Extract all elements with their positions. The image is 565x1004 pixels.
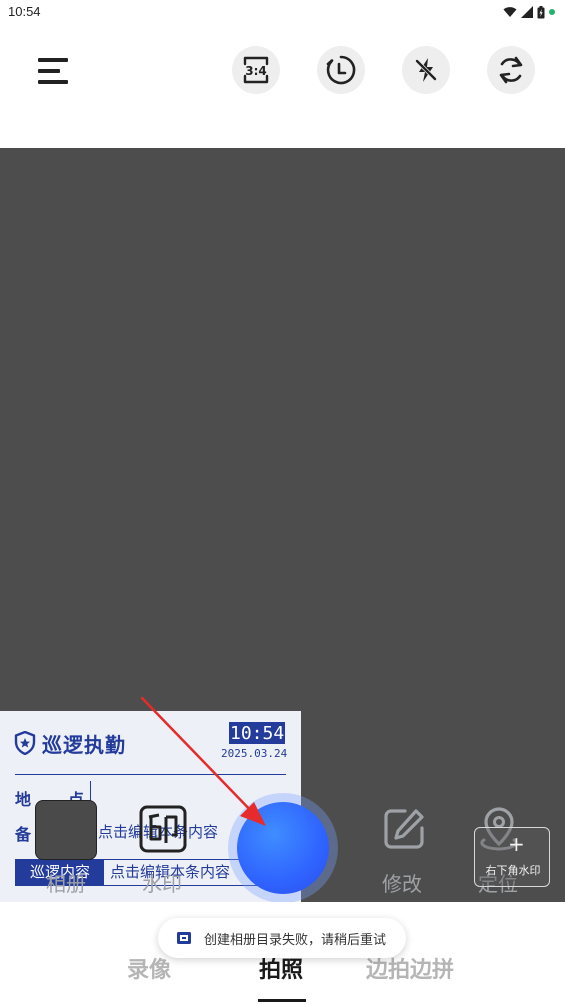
battery-icon: [537, 5, 545, 18]
menu-icon-line: [38, 69, 60, 73]
remark-label: 备: [15, 825, 32, 844]
timer-icon: [326, 55, 356, 85]
red-arrow-annotation: [140, 696, 266, 826]
timer-button[interactable]: [317, 46, 365, 94]
switch-camera-button[interactable]: [487, 46, 535, 94]
camera-toolbar: 3:4: [0, 26, 565, 148]
privacy-indicator-dot: [549, 9, 555, 15]
edit-icon[interactable]: [381, 806, 427, 852]
aspect-ratio-button[interactable]: 3:4: [232, 46, 280, 94]
status-bar: 10:54: [0, 0, 565, 26]
aspect-ratio-icon: 3:4: [243, 56, 269, 84]
toast-message: 创建相册目录失败，请稍后重试: [204, 932, 387, 948]
watermark-title: 巡逻执勤: [42, 733, 126, 757]
plus-icon: +: [508, 832, 525, 856]
mode-tab-video[interactable]: 录像: [127, 952, 171, 984]
status-time: 10:54: [8, 4, 41, 19]
active-mode-indicator: [258, 999, 306, 1002]
flash-off-icon: [415, 58, 437, 82]
switch-camera-icon: [499, 56, 523, 84]
flash-button[interactable]: [402, 46, 450, 94]
album-label: 相册: [46, 872, 86, 896]
signal-icon: [521, 6, 533, 18]
menu-button[interactable]: [30, 54, 70, 90]
shield-star-icon: [14, 731, 36, 755]
edit-label: 修改: [382, 872, 422, 896]
menu-icon-line: [38, 58, 68, 62]
bottom-right-watermark-button[interactable]: + 右下角水印: [474, 827, 550, 887]
bottom-right-watermark-label: 右下角水印: [485, 864, 541, 877]
album-thumbnail-button[interactable]: [35, 800, 97, 860]
location-label-left: 地: [15, 790, 32, 809]
wifi-icon: [503, 7, 517, 17]
watermark-label: 水印: [142, 872, 182, 896]
error-toast: 创建相册目录失败，请稍后重试: [158, 918, 406, 958]
menu-icon-line: [38, 80, 68, 84]
aspect-ratio-label: 3:4: [245, 64, 267, 78]
status-icons: [503, 4, 555, 20]
app-icon: [177, 932, 191, 944]
